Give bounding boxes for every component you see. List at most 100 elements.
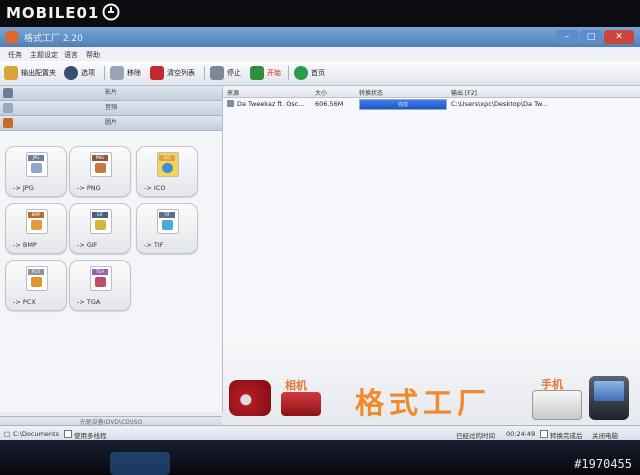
table-row[interactable]: Da Tweekaz ft. Osc... 606.56M 完成 C:\User… bbox=[223, 98, 640, 110]
video-icon bbox=[3, 88, 13, 98]
category-picture-label: 圖片 bbox=[104, 119, 117, 126]
shutdown-label: 关闭电脑 bbox=[592, 432, 618, 440]
jpg-file-icon: JPG bbox=[26, 152, 48, 177]
category-picture[interactable]: 圖片 bbox=[0, 116, 222, 131]
format-ext: JPG bbox=[28, 155, 44, 161]
folder-icon bbox=[4, 66, 18, 80]
format-ext: TGA bbox=[92, 269, 108, 275]
video-file-icon bbox=[227, 100, 234, 107]
format-tile-ico[interactable]: ICO -> ICO bbox=[136, 146, 198, 197]
pcx-file-icon: PCX bbox=[26, 266, 48, 291]
image-glyph bbox=[31, 277, 42, 287]
folder-small-icon: □ bbox=[4, 430, 11, 438]
remove-button[interactable]: 移除 bbox=[110, 65, 141, 81]
multithread-checkbox[interactable] bbox=[64, 430, 72, 438]
format-label: -> TGA bbox=[77, 298, 101, 306]
window-title: 格式工厂 2.20 bbox=[24, 34, 83, 44]
home-label: 首页 bbox=[311, 69, 325, 77]
after-convert-label: 转换完成后 bbox=[550, 432, 583, 440]
format-tile-pcx[interactable]: PCX -> PCX bbox=[5, 260, 67, 311]
column-status[interactable]: 转换状态 bbox=[359, 88, 383, 97]
toolbar-separator bbox=[104, 66, 105, 80]
column-source[interactable]: 来源 bbox=[227, 88, 239, 97]
format-ext: ICO bbox=[159, 155, 175, 161]
output-folder-button[interactable]: 输出配置夹 bbox=[4, 65, 56, 81]
ico-file-icon: ICO bbox=[157, 152, 179, 177]
format-label: -> PNG bbox=[77, 184, 101, 192]
minimize-button[interactable]: – bbox=[556, 30, 578, 44]
globe-icon bbox=[294, 66, 308, 80]
window-titlebar[interactable]: 格式工厂 2.20 – □ ✕ bbox=[0, 27, 640, 47]
camera-tag: 相机 bbox=[285, 379, 307, 392]
watermark-logo-icon bbox=[102, 3, 120, 21]
stop-button[interactable]: 停止 bbox=[210, 65, 241, 81]
column-output[interactable]: 输出 [F2] bbox=[451, 88, 477, 97]
format-ext: PNG bbox=[92, 155, 108, 161]
elapsed-time: 00:24:49 bbox=[506, 430, 536, 438]
after-convert-checkbox[interactable] bbox=[540, 430, 548, 438]
format-label: -> BMP bbox=[13, 241, 37, 249]
output-folder-label: 输出配置夹 bbox=[21, 69, 56, 77]
output-path[interactable]: C:\Documents bbox=[13, 430, 59, 438]
category-audio[interactable]: 音頻 bbox=[0, 101, 222, 116]
watermark-banner: MOBILE01 bbox=[0, 0, 640, 26]
format-tile-gif[interactable]: GIF -> GIF bbox=[69, 203, 131, 254]
menu-task[interactable]: 任务 bbox=[8, 50, 22, 60]
format-ext: BMP bbox=[28, 212, 44, 218]
options-label: 选项 bbox=[81, 69, 95, 77]
category-video[interactable]: 影片 bbox=[0, 86, 222, 101]
status-bar: □ C:\Documents 使用多线程 已经过的时间 00:24:49 转换完… bbox=[0, 425, 640, 440]
menu-help[interactable]: 帮助 bbox=[86, 50, 100, 60]
menu-bar: 任务 主题设定 语言 帮助 bbox=[0, 47, 640, 61]
watermark-post-id: #1970455 bbox=[574, 457, 632, 471]
monitor-screen: 格式工厂 2.20 – □ ✕ 任务 主题设定 语言 帮助 输出配置夹 选项 移… bbox=[0, 27, 640, 440]
info-glyph bbox=[162, 163, 173, 173]
picture-icon bbox=[3, 118, 13, 128]
column-size[interactable]: 大小 bbox=[315, 88, 327, 97]
start-label: 开始 bbox=[267, 69, 281, 77]
brand-banner: 相机 格式工厂 手机 bbox=[223, 332, 640, 422]
start-icon bbox=[250, 66, 264, 80]
desktop-taskbar-area bbox=[0, 440, 640, 475]
row-status: 完成 bbox=[397, 102, 408, 108]
printer-device-icon bbox=[532, 390, 582, 420]
gif-file-icon: GIF bbox=[90, 209, 112, 234]
camera-icon bbox=[281, 392, 321, 416]
close-button[interactable]: ✕ bbox=[604, 30, 634, 44]
category-audio-label: 音頻 bbox=[104, 104, 117, 111]
options-button[interactable]: 选项 bbox=[64, 65, 95, 81]
menu-language[interactable]: 语言 bbox=[64, 50, 78, 60]
watermark-brand: MOBILE01 bbox=[6, 4, 100, 22]
format-tile-tif[interactable]: TIF -> TIF bbox=[136, 203, 198, 254]
stop-icon bbox=[210, 66, 224, 80]
elapsed-label: 已经过的时间 bbox=[456, 432, 495, 440]
app-icon bbox=[6, 31, 18, 43]
format-ext: GIF bbox=[92, 212, 108, 218]
format-label: -> JPG bbox=[13, 184, 34, 192]
category-video-label: 影片 bbox=[104, 89, 117, 96]
maximize-button[interactable]: □ bbox=[580, 30, 602, 44]
taskbar-app-glow bbox=[110, 452, 170, 475]
remove-icon bbox=[110, 66, 124, 80]
home-button[interactable]: 首页 bbox=[294, 65, 325, 81]
stop-label: 停止 bbox=[227, 69, 241, 77]
menu-theme[interactable]: 主题设定 bbox=[30, 50, 58, 60]
image-glyph bbox=[31, 163, 42, 173]
music-icon bbox=[3, 103, 13, 113]
format-tile-tga[interactable]: TGA -> TGA bbox=[69, 260, 131, 311]
format-tile-jpg[interactable]: JPG -> JPG bbox=[5, 146, 67, 197]
image-glyph bbox=[95, 220, 106, 230]
clear-list-icon bbox=[150, 66, 164, 80]
format-label: -> PCX bbox=[13, 298, 36, 306]
remove-label: 移除 bbox=[127, 69, 141, 77]
toolbar: 输出配置夹 选项 移除 清空列表 停止 开始 首页 bbox=[0, 61, 640, 86]
clear-list-button[interactable]: 清空列表 bbox=[150, 65, 195, 81]
row-source: Da Tweekaz ft. Osc... bbox=[237, 100, 305, 108]
format-tile-bmp[interactable]: BMP -> BMP bbox=[5, 203, 67, 254]
format-tile-png[interactable]: PNG -> PNG bbox=[69, 146, 131, 197]
start-button[interactable]: 开始 bbox=[250, 65, 281, 81]
row-progress-bar: 完成 bbox=[359, 99, 447, 110]
png-file-icon: PNG bbox=[90, 152, 112, 177]
task-list-header: 来源 大小 转换状态 输出 [F2] bbox=[223, 86, 640, 98]
image-glyph bbox=[95, 277, 106, 287]
